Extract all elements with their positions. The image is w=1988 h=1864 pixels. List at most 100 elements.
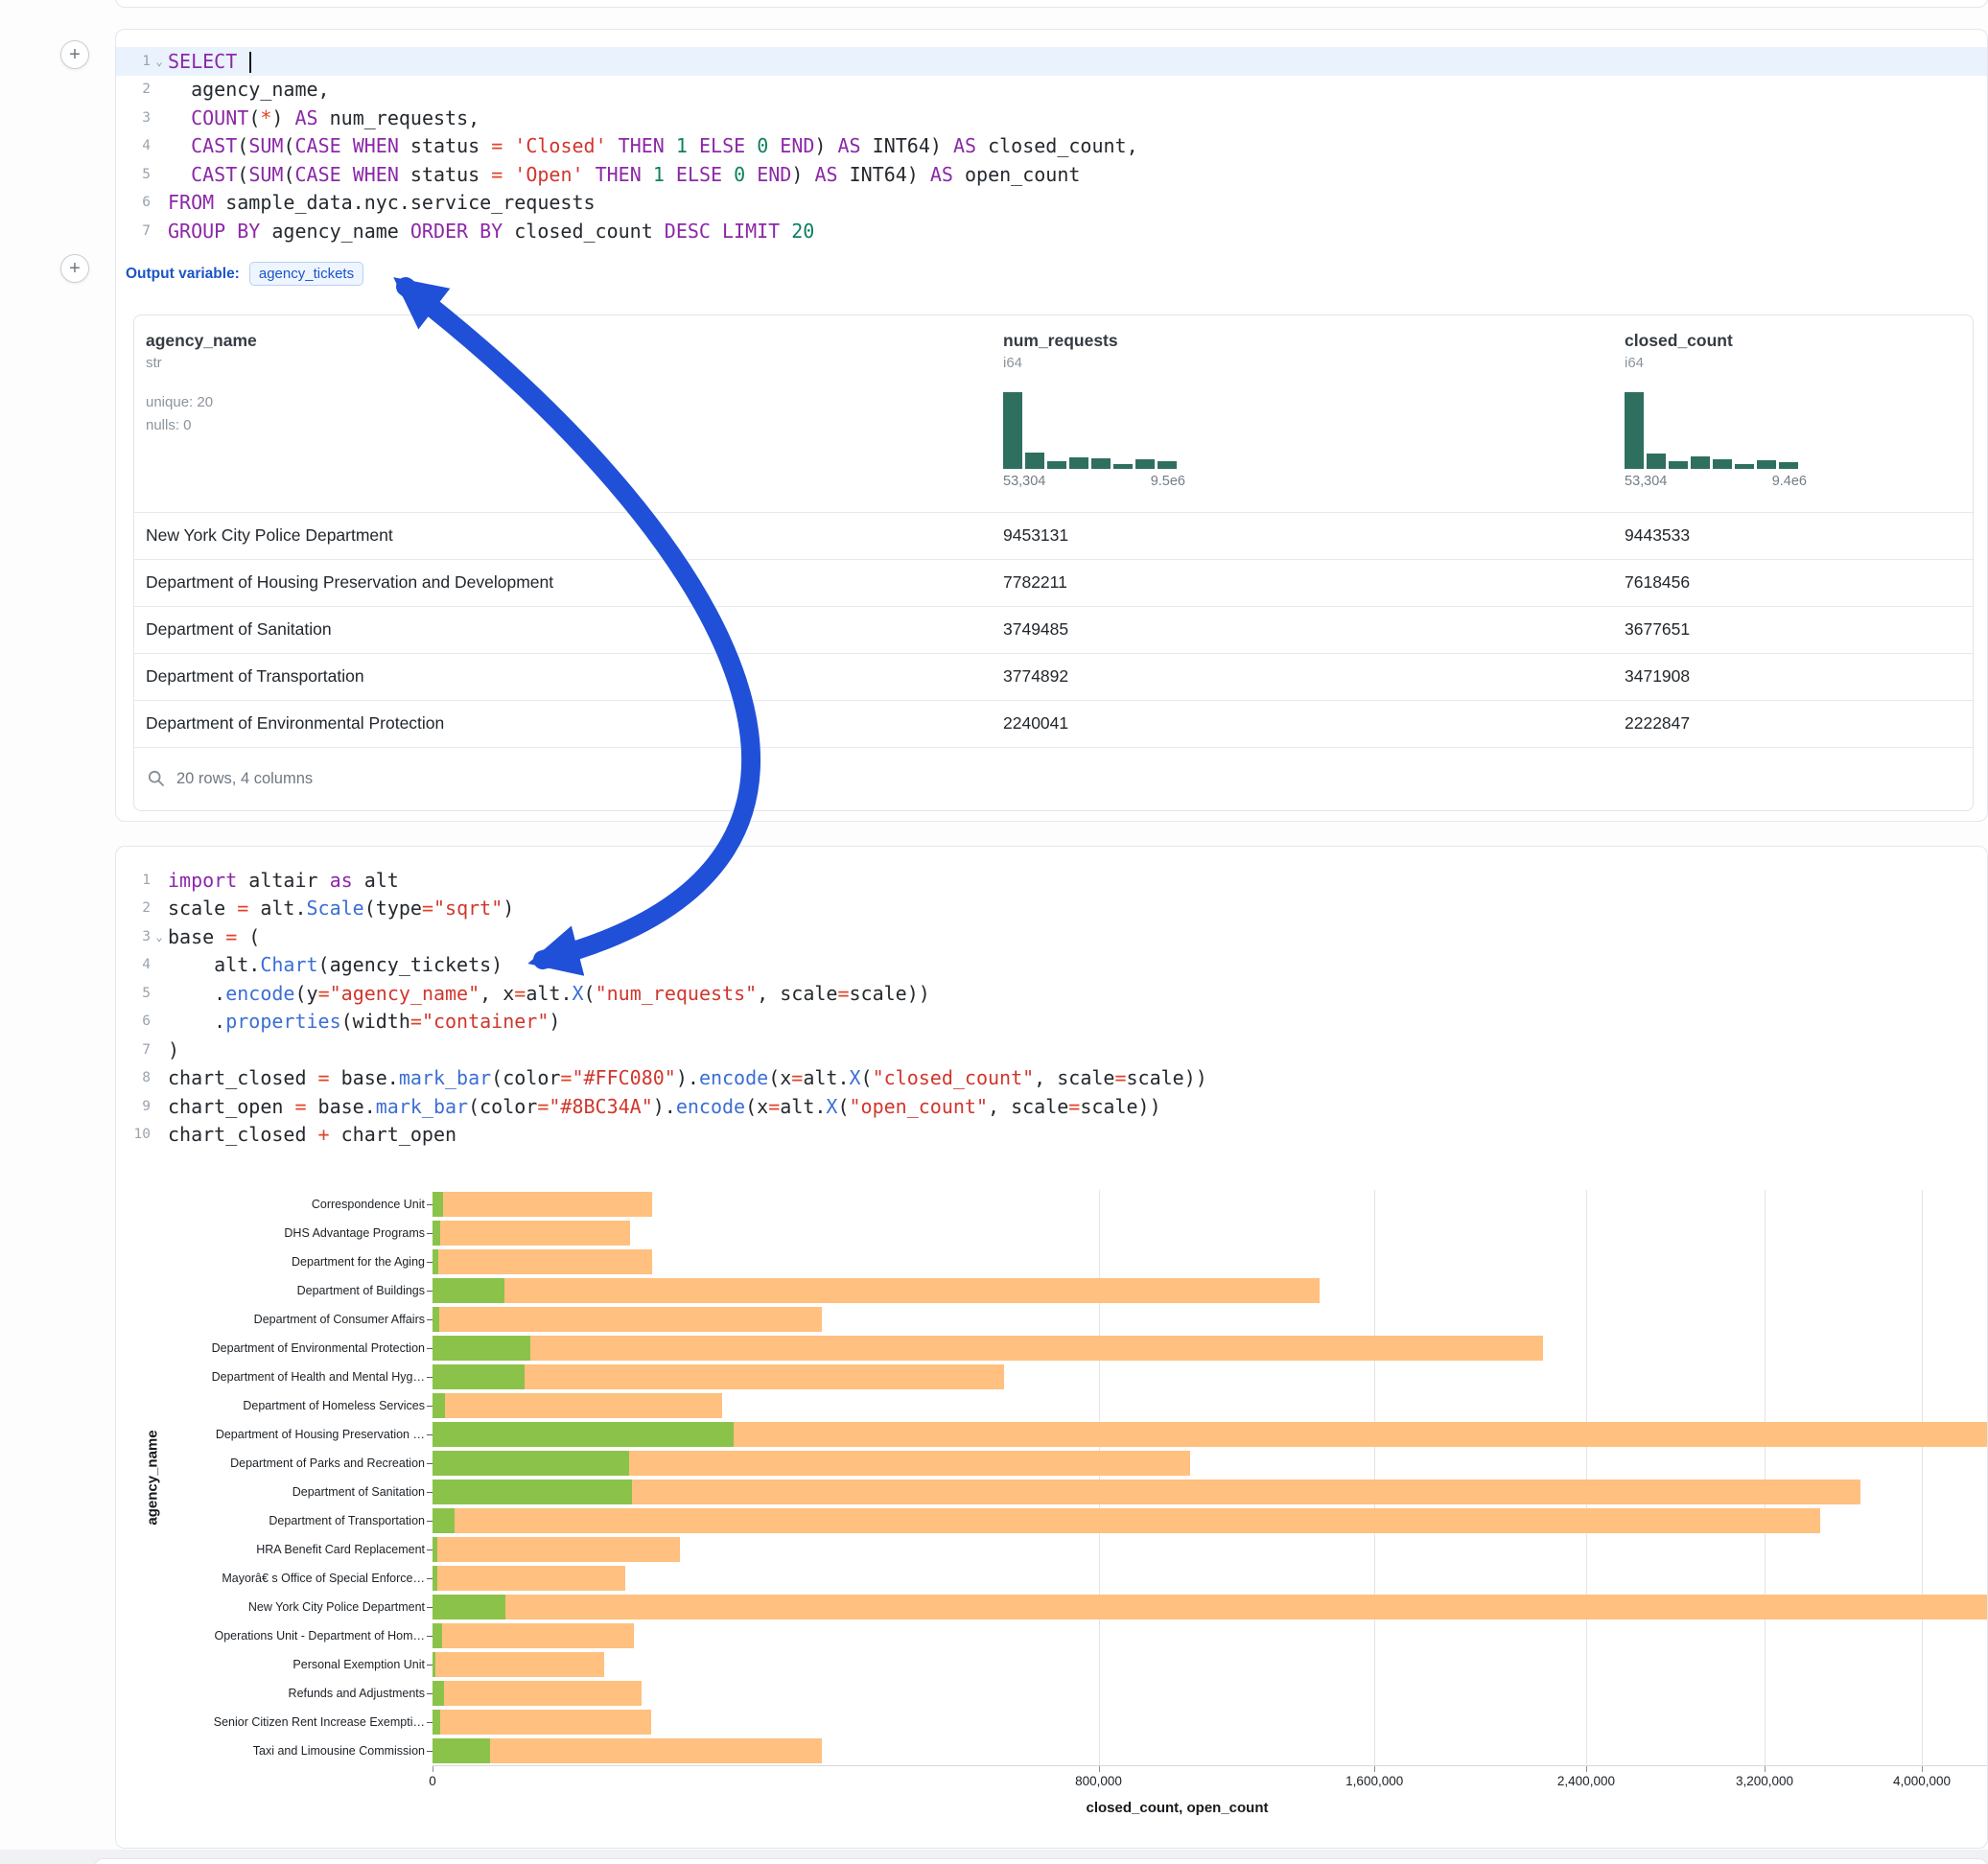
histogram-bar — [1735, 464, 1754, 469]
table-row[interactable]: New York City Police Department945313194… — [134, 512, 1973, 559]
column-meta-item: unique: 20 — [146, 394, 992, 410]
table-row[interactable]: Department of Transportation377489234719… — [134, 653, 1973, 700]
column-meta-item: nulls: 0 — [146, 417, 992, 433]
y-axis-label: Taxi and Limousine Commission — [116, 1737, 425, 1764]
y-axis-label: Department of Consumer Affairs — [116, 1306, 425, 1333]
bar-open_count — [433, 1652, 435, 1677]
bar-open_count — [433, 1480, 632, 1504]
histogram-bar — [1691, 456, 1710, 469]
table-cell: 3677651 — [1613, 619, 1973, 640]
bar-closed_count — [433, 1738, 822, 1763]
search-icon[interactable] — [148, 770, 165, 787]
code-line: 7GROUP BY agency_name ORDER BY closed_co… — [116, 217, 1987, 245]
line-number: 3 — [116, 929, 151, 944]
table-cell: Department of Housing Preservation and D… — [134, 572, 992, 593]
code-line: 4 alt.Chart(agency_tickets) — [116, 951, 1987, 980]
column-type: i64 — [1003, 355, 1613, 371]
line-number: 9 — [116, 1099, 151, 1114]
histogram-bar — [1091, 458, 1111, 468]
sql-cell: 1⌄SELECT 2 agency_name,3 COUNT(*) AS num… — [115, 29, 1988, 822]
histogram-min: 53,304 — [1625, 474, 1667, 489]
column-header-agency_name[interactable]: agency_namestrunique: 20nulls: 0 — [134, 315, 992, 512]
code-text: FROM sample_data.nyc.service_requests — [168, 191, 596, 214]
histogram-min: 53,304 — [1003, 474, 1045, 489]
bar-open_count — [433, 1508, 455, 1533]
bar-closed_count — [433, 1652, 604, 1677]
next-cell-fragment — [94, 1858, 1988, 1864]
y-axis-label: Department of Health and Mental Hyg… — [116, 1363, 425, 1390]
column-header-closed_count[interactable]: closed_count i64 53,3049.4e6 — [1613, 315, 1973, 512]
x-tick-label: 4,000,000 — [1855, 1774, 1988, 1788]
histogram-range: 53,3049.4e6 — [1625, 474, 1807, 489]
code-text: CAST(SUM(CASE WHEN status = 'Closed' THE… — [168, 134, 1138, 157]
bar-open_count — [433, 1364, 525, 1389]
code-text: GROUP BY agency_name ORDER BY closed_cou… — [168, 220, 814, 243]
y-axis-label: Senior Citizen Rent Increase Exempti… — [116, 1709, 425, 1736]
table-cell: 2240041 — [992, 713, 1613, 734]
bar-open_count — [433, 1221, 440, 1246]
fold-chevron-icon[interactable]: ⌄ — [151, 930, 168, 944]
table-row[interactable]: Department of Environmental Protection22… — [134, 700, 1973, 747]
table-cell: 7782211 — [992, 572, 1613, 593]
bar-closed_count — [433, 1393, 722, 1418]
bar-closed_count — [433, 1192, 652, 1217]
chart-gridline — [1922, 1190, 1923, 1765]
bar-chart: 0800,0001,600,0002,400,0003,200,0004,000… — [116, 1190, 1988, 1849]
histogram-bar — [1713, 459, 1732, 469]
x-tick — [1374, 1765, 1375, 1772]
code-text: chart_closed = base.mark_bar(color="#FFC… — [168, 1066, 1207, 1089]
python-cell: 1import altair as alt2scale = alt.Scale(… — [115, 846, 1988, 1849]
chart-gridline — [1099, 1190, 1100, 1765]
table-footer: 20 rows, 4 columns — [134, 747, 1973, 810]
plus-icon: + — [69, 44, 81, 65]
output-variable-chip[interactable]: agency_tickets — [249, 262, 363, 286]
table-cell: Department of Environmental Protection — [134, 713, 992, 734]
code-line: 1⌄SELECT — [116, 47, 1987, 76]
bar-open_count — [433, 1566, 437, 1591]
sql-code-editor[interactable]: 1⌄SELECT 2 agency_name,3 COUNT(*) AS num… — [116, 30, 1987, 245]
add-cell-button-top[interactable]: + — [60, 40, 89, 69]
column-type: i64 — [1625, 355, 1973, 371]
y-axis-label: Operations Unit - Department of Hom… — [116, 1622, 425, 1649]
x-tick — [1586, 1765, 1587, 1772]
line-number: 4 — [116, 957, 151, 972]
line-number: 7 — [116, 1042, 151, 1058]
bar-closed_count — [433, 1221, 630, 1246]
table-cell: Department of Sanitation — [134, 619, 992, 640]
code-line: 5 CAST(SUM(CASE WHEN status = 'Open' THE… — [116, 160, 1987, 189]
bar-closed_count — [433, 1336, 1543, 1361]
plus-icon: + — [69, 258, 81, 279]
output-variable-row: Output variable: agency_tickets — [126, 261, 1987, 288]
line-number: 10 — [116, 1127, 151, 1142]
y-axis-label: Department of Sanitation — [116, 1479, 425, 1505]
bar-open_count — [433, 1738, 490, 1763]
line-number: 2 — [116, 900, 151, 916]
table-row[interactable]: Department of Sanitation37494853677651 — [134, 606, 1973, 653]
bar-open_count — [433, 1249, 438, 1274]
code-line: 6FROM sample_data.nyc.service_requests — [116, 189, 1987, 218]
code-text: ) — [168, 1038, 179, 1061]
code-line: 8chart_closed = base.mark_bar(color="#FF… — [116, 1064, 1987, 1093]
bar-open_count — [433, 1307, 439, 1332]
bar-open_count — [433, 1336, 530, 1361]
add-cell-button-middle[interactable]: + — [60, 254, 89, 283]
histogram-bar — [1779, 462, 1798, 468]
bar-closed_count — [433, 1710, 651, 1735]
bar-closed_count — [433, 1566, 625, 1591]
table-row[interactable]: Department of Housing Preservation and D… — [134, 559, 1973, 606]
column-name: closed_count — [1625, 331, 1973, 351]
table-row-count: 20 rows, 4 columns — [176, 770, 313, 788]
y-axis-label: Department of Environmental Protection — [116, 1335, 425, 1362]
bar-open_count — [433, 1595, 505, 1619]
code-text: CAST(SUM(CASE WHEN status = 'Open' THEN … — [168, 163, 1080, 186]
bar-open_count — [433, 1192, 443, 1217]
text-cursor — [249, 52, 251, 73]
y-axis-label: Department of Buildings — [116, 1277, 425, 1304]
fold-chevron-icon[interactable]: ⌄ — [151, 55, 168, 68]
python-code-editor[interactable]: 1import altair as alt2scale = alt.Scale(… — [116, 847, 1987, 1149]
column-header-num_requests[interactable]: num_requestsi6453,3049.5e6 — [992, 315, 1613, 512]
code-line: 3⌄base = ( — [116, 922, 1987, 951]
code-text: chart_open = base.mark_bar(color="#8BC34… — [168, 1095, 1161, 1118]
bar-open_count — [433, 1537, 437, 1562]
y-axis-label: Refunds and Adjustments — [116, 1680, 425, 1707]
